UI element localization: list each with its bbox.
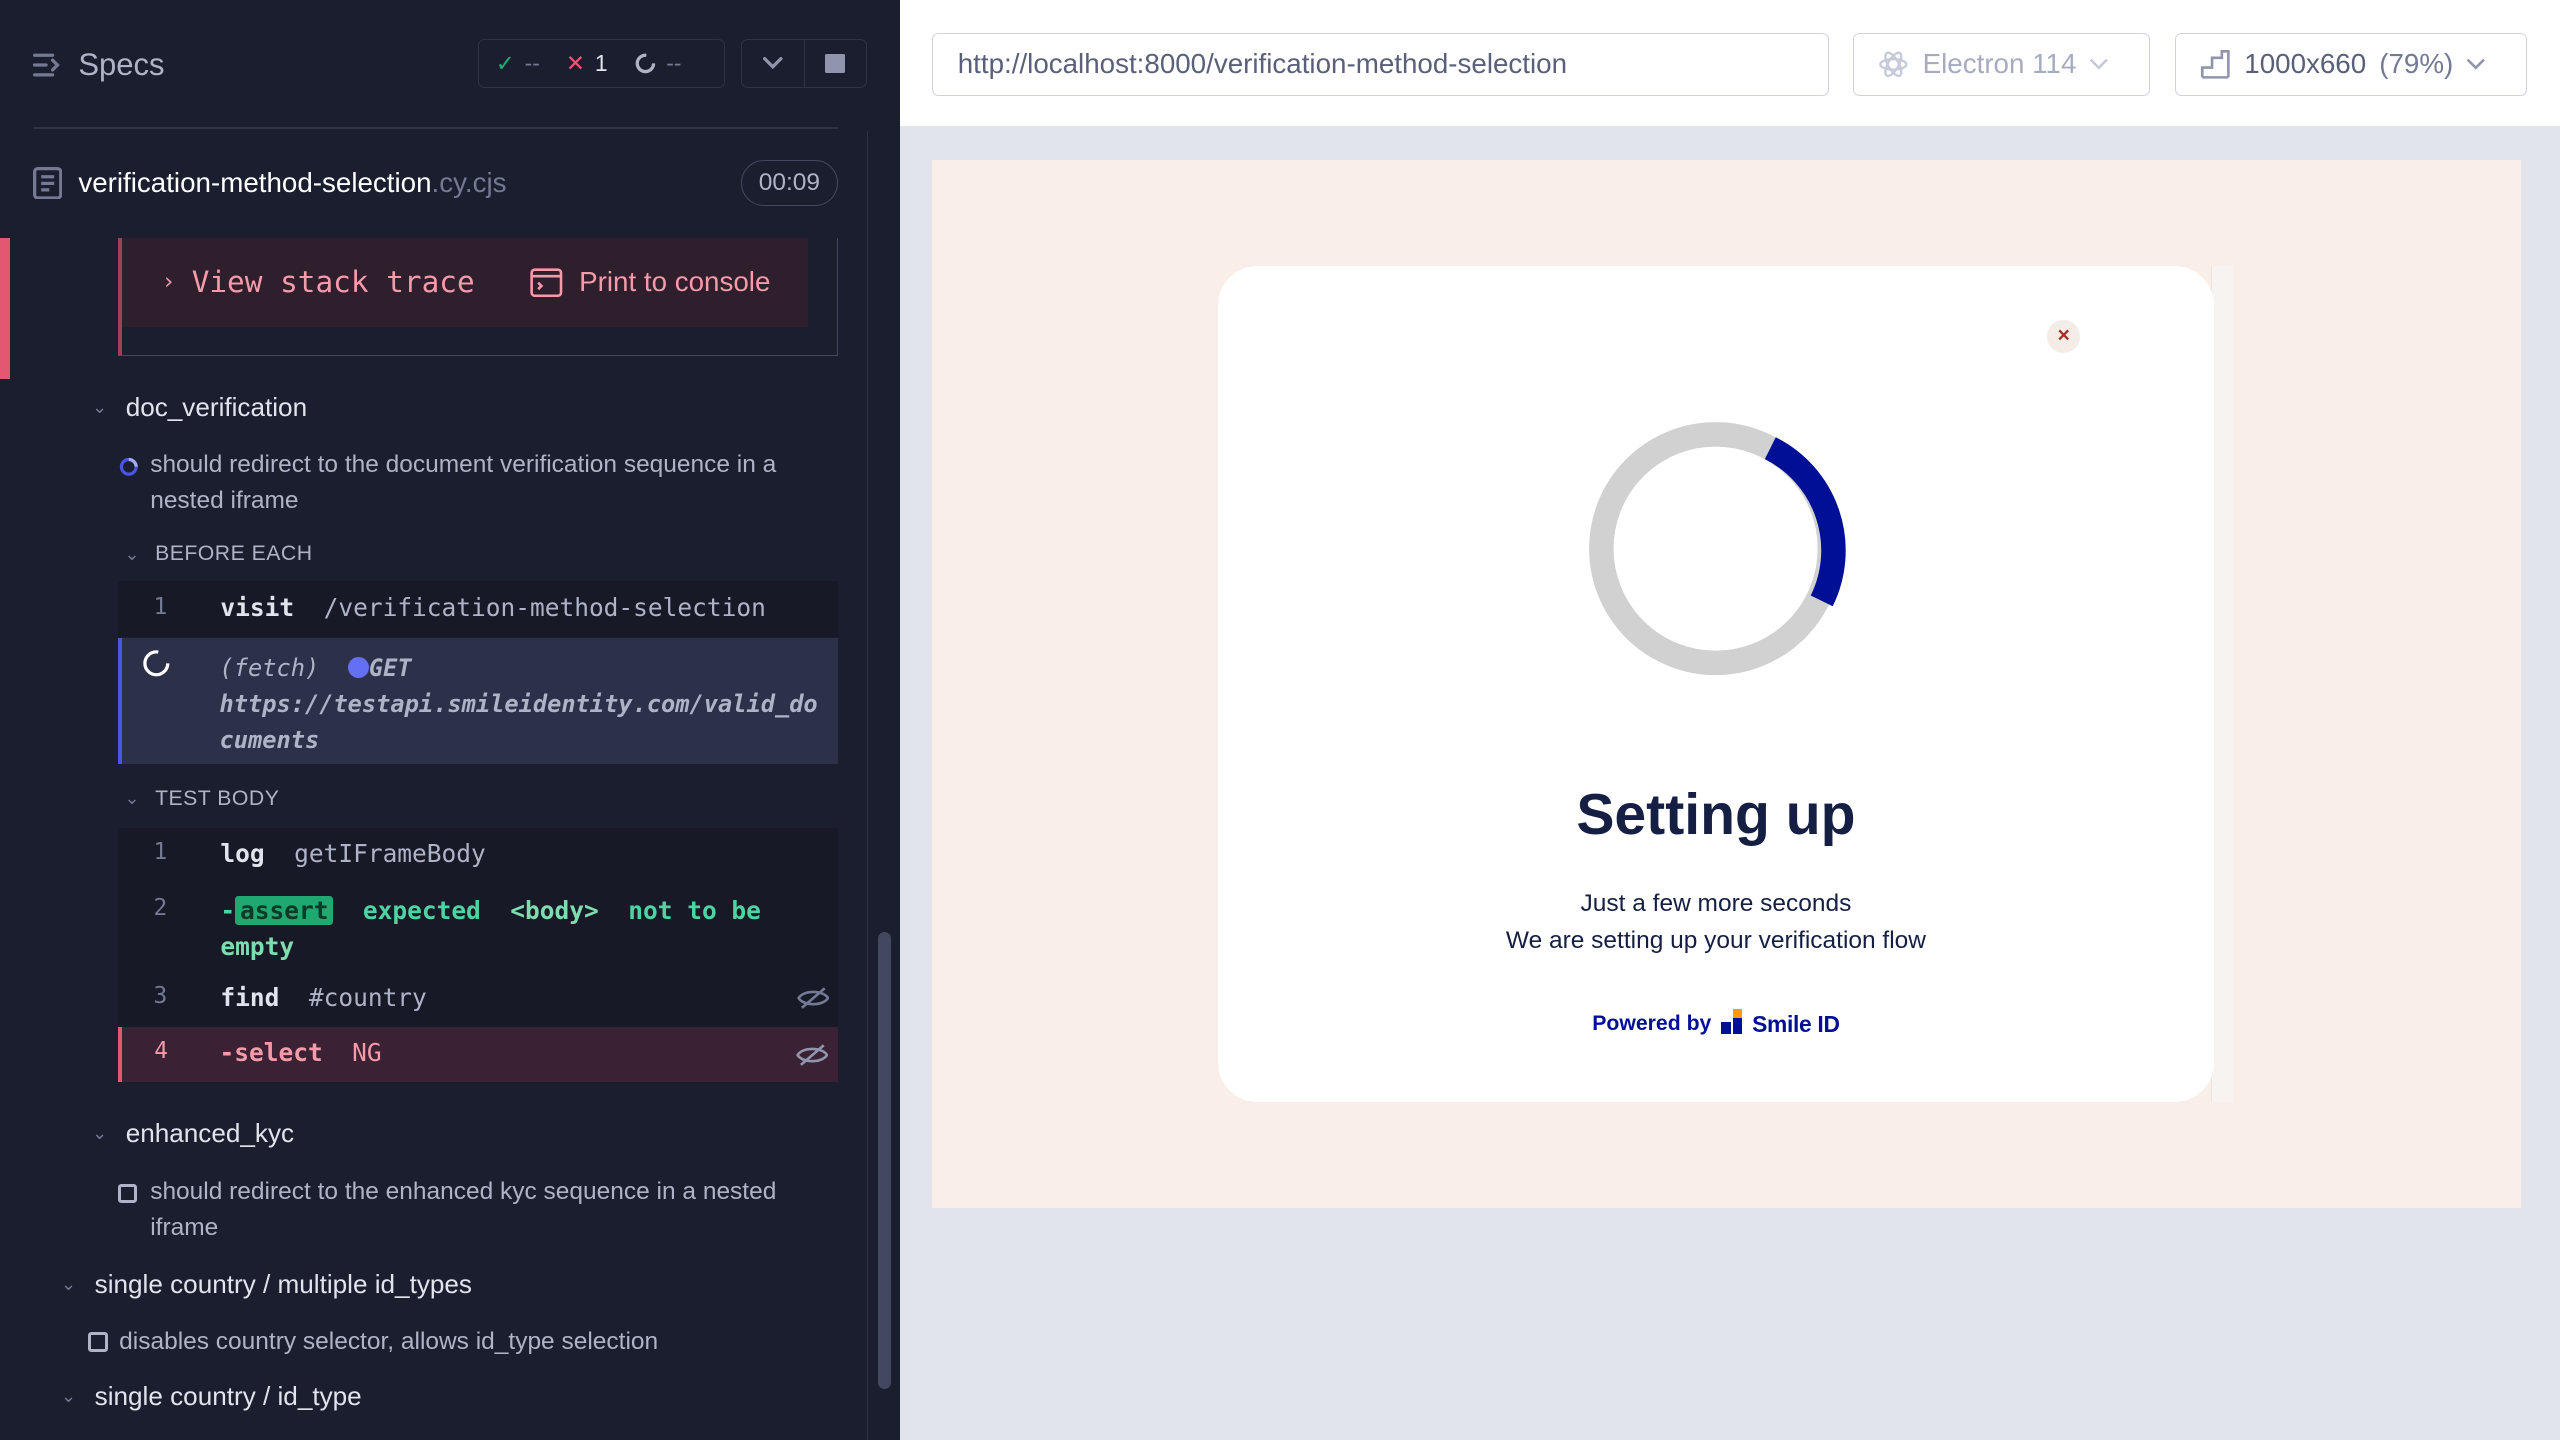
spec-extension: .cy.cjs	[431, 166, 507, 198]
running-test-icon	[119, 457, 138, 476]
smile-id-brand: Smile ID	[1752, 1010, 1840, 1037]
view-stack-trace-link[interactable]: › View stack trace	[162, 265, 475, 299]
chevron-down-icon	[763, 57, 783, 70]
error-actions: › View stack trace Print to console	[122, 238, 809, 327]
eye-slash-icon	[796, 986, 830, 1009]
command-find[interactable]: 3 find #country	[117, 971, 838, 1027]
hook-before-each[interactable]: ⌄ BEFORE EACH	[122, 542, 312, 566]
test-title[interactable]: disables country selector, allows id_typ…	[119, 1324, 821, 1360]
chevron-down-icon: ⌄	[124, 543, 140, 564]
command-pending-request[interactable]: (fetch) GET https://testapi.smileidentit…	[117, 638, 838, 765]
check-icon: ✓	[495, 50, 515, 77]
x-icon: ✕	[565, 50, 586, 77]
chevron-right-icon: ›	[161, 269, 176, 296]
command-visit[interactable]: 1 visit /verification-method-selection	[117, 581, 838, 637]
smile-id-logo-icon	[1721, 1009, 1743, 1034]
failed-test-indicator	[0, 238, 10, 379]
queued-test-icon	[88, 1332, 108, 1352]
header-divider	[32, 127, 838, 129]
reporter-scrollbar-thumb[interactable]	[878, 932, 892, 1390]
test-stats: ✓ -- ✕ 1 --	[478, 39, 725, 89]
document-icon	[32, 166, 63, 200]
loading-spinner-icon	[1589, 422, 1847, 676]
url-bar[interactable]: http://localhost:8000/verification-metho…	[932, 32, 1829, 97]
electron-icon	[1879, 51, 1908, 78]
specs-list-icon	[32, 53, 60, 77]
spec-file-row[interactable]: verification-method-selection.cy.cjs	[32, 157, 838, 209]
status-line-1: Just a few more seconds	[1580, 889, 1852, 917]
loading-spinner-icon	[142, 649, 169, 676]
chevron-down-icon: ⌄	[92, 396, 108, 417]
eye-slash-icon	[795, 1043, 829, 1066]
status-line-2: We are setting up your verification flow	[1505, 927, 1926, 955]
command-select-failed[interactable]: 4 -select NG	[117, 1026, 838, 1083]
pending-dot-icon	[347, 656, 369, 679]
page-title: Setting up	[1576, 783, 1856, 848]
terminal-icon	[530, 268, 563, 297]
run-controls	[741, 39, 867, 89]
verification-modal: × Setting up Just a few more seconds We …	[1217, 266, 2214, 1103]
spec-name: verification-method-selection	[78, 166, 432, 198]
reporter-panel: Specs ✓ -- ✕ 1 -- verification-method-se…	[0, 0, 900, 1440]
app-under-test-panel: http://localhost:8000/verification-metho…	[899, 0, 2560, 1440]
pending-spinner-icon	[635, 53, 655, 74]
chevron-down-icon	[2090, 58, 2109, 70]
suite-single-country-id-type[interactable]: ⌄ single country / id_type	[59, 1381, 362, 1412]
chevron-down-icon: ⌄	[61, 1386, 77, 1407]
passed-stat: ✓ --	[495, 50, 540, 77]
close-button[interactable]: ×	[2047, 320, 2081, 353]
auto-scroll-button[interactable]	[742, 40, 805, 88]
test-title[interactable]: should redirect to the document verifica…	[150, 447, 836, 519]
modal-edge	[2210, 266, 2234, 1103]
print-to-console-button[interactable]: Print to console	[530, 266, 770, 298]
suite-doc-verification[interactable]: ⌄ doc_verification	[90, 392, 307, 423]
pending-stat: --	[634, 50, 682, 77]
hook-test-body[interactable]: ⌄ TEST BODY	[122, 787, 279, 811]
chevron-down-icon: ⌄	[61, 1273, 77, 1294]
command-log[interactable]: 1 log getIFrameBody	[117, 827, 838, 880]
aut-iframe: × Setting up Just a few more seconds We …	[932, 160, 2521, 1209]
command-assert[interactable]: 2 - assert expected <body> not to be empt…	[117, 880, 838, 972]
chevron-down-icon: ⌄	[124, 788, 140, 809]
failed-stat: ✕ 1	[565, 50, 608, 77]
stop-icon	[825, 53, 846, 74]
viewport-selector[interactable]: 1000x660 (79%)	[2174, 32, 2528, 97]
browser-selector[interactable]: Electron 114	[1853, 32, 2151, 97]
stop-button[interactable]	[805, 40, 866, 87]
powered-by: Powered by Smile ID	[1592, 1009, 1840, 1037]
suite-enhanced-kyc[interactable]: ⌄ enhanced_kyc	[90, 1118, 294, 1149]
queued-test-icon	[117, 1183, 138, 1204]
test-title[interactable]: should redirect to the enhanced kyc sequ…	[150, 1174, 803, 1246]
reporter-header: Specs ✓ -- ✕ 1 --	[0, 0, 900, 131]
aut-header: http://localhost:8000/verification-metho…	[899, 0, 2560, 128]
spec-duration: 00:09	[741, 160, 838, 206]
chevron-down-icon	[2467, 58, 2486, 70]
chevron-down-icon: ⌄	[92, 1123, 108, 1144]
suite-single-country-multiple-id-types[interactable]: ⌄ single country / multiple id_types	[59, 1269, 472, 1300]
specs-label: Specs	[78, 47, 165, 83]
specs-toggle-button[interactable]: Specs	[32, 46, 165, 85]
ruler-icon	[2200, 50, 2230, 79]
